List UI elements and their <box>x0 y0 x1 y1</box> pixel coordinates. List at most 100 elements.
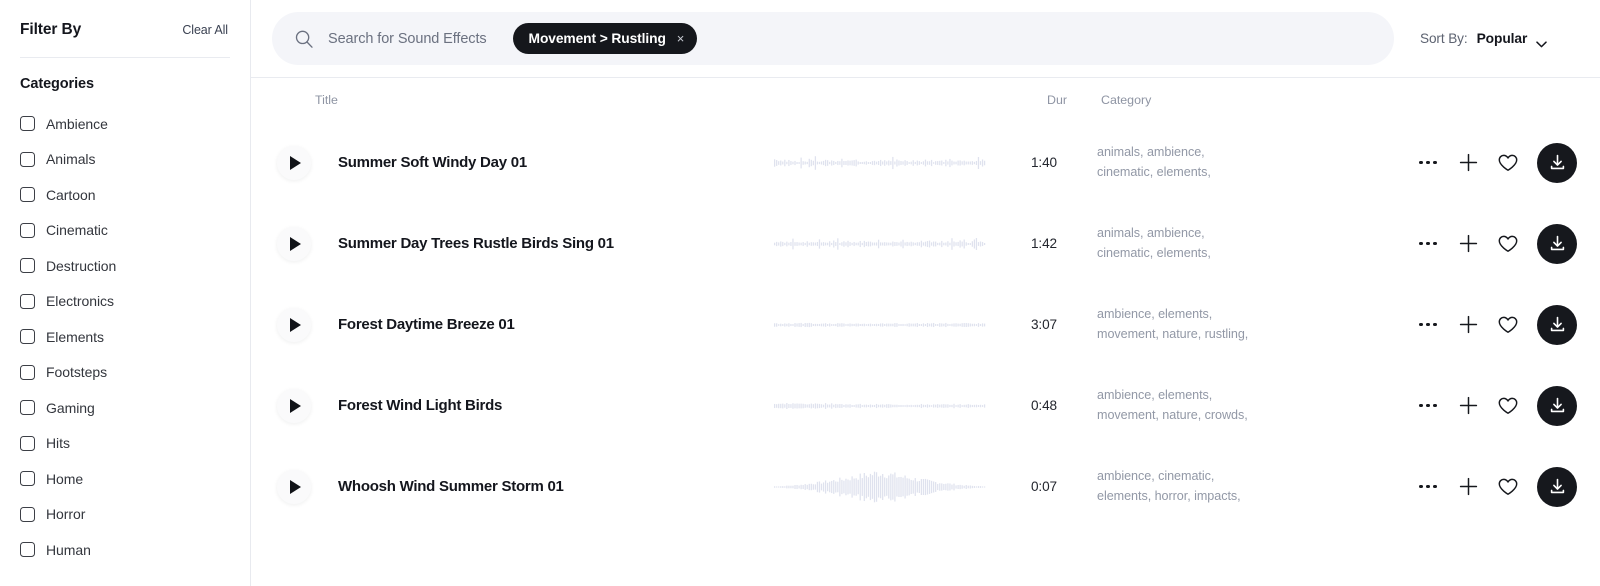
download-icon <box>1548 234 1567 253</box>
table-row[interactable]: Whoosh Wind Summer Storm 01 0:07 ambience,… <box>251 446 1600 527</box>
search-bar[interactable]: Search for Sound Effects Movement > Rust… <box>272 12 1394 65</box>
waveform-preview[interactable] <box>772 144 988 182</box>
add-to-playlist-button[interactable] <box>1448 305 1488 345</box>
download-button[interactable] <box>1537 304 1577 345</box>
waveform-preview[interactable] <box>772 468 988 506</box>
favorite-button[interactable] <box>1488 224 1528 264</box>
chevron-down-icon[interactable] <box>1536 35 1547 48</box>
category-checkbox[interactable] <box>20 506 35 522</box>
category-filter-item[interactable]: Animals <box>20 142 250 178</box>
track-categories: ambience, cinematic, elements, horror, im… <box>1060 467 1328 506</box>
table-row[interactable]: Summer Soft Windy Day 01 1:40 animals, amb… <box>251 122 1600 203</box>
sort-by-value[interactable]: Popular <box>1477 31 1528 46</box>
category-checkbox[interactable] <box>20 329 35 345</box>
filter-by-heading: Filter By <box>20 21 82 38</box>
track-duration: 0:07 <box>1030 479 1057 494</box>
category-checkbox[interactable] <box>20 471 35 487</box>
track-categories-line1: animals, ambience, <box>1097 226 1205 240</box>
column-header-title: Title <box>315 93 338 107</box>
category-label: Footsteps <box>46 364 108 381</box>
category-filter-item[interactable]: Ambience <box>20 106 250 142</box>
category-checkbox[interactable] <box>20 151 35 167</box>
category-checkbox[interactable] <box>20 222 35 238</box>
table-row[interactable]: Forest Daytime Breeze 01 3:07 ambience, el… <box>251 284 1600 365</box>
add-to-playlist-button[interactable] <box>1448 467 1488 507</box>
chip-label: Movement > Rustling <box>528 31 666 46</box>
more-options-button[interactable] <box>1408 467 1448 507</box>
category-checkbox[interactable] <box>20 435 35 451</box>
category-label: Horror <box>46 506 86 523</box>
category-label: Cinematic <box>46 222 108 239</box>
category-filter-item[interactable]: Cinematic <box>20 213 250 249</box>
sort-control[interactable]: Sort By: Popular <box>1394 31 1569 48</box>
category-checkbox[interactable] <box>20 542 35 558</box>
play-button[interactable] <box>277 307 311 342</box>
category-checkbox[interactable] <box>20 258 35 274</box>
active-filter-chip[interactable]: Movement > Rustling × <box>512 23 698 54</box>
category-filter-item[interactable]: Gaming <box>20 390 250 426</box>
category-label: Destruction <box>46 257 117 274</box>
track-categories: ambience, elements, movement, nature, rus… <box>1060 305 1328 344</box>
waveform-preview[interactable] <box>772 225 988 263</box>
category-filter-item[interactable]: Horror <box>20 497 250 533</box>
play-icon <box>290 236 301 251</box>
favorite-button[interactable] <box>1488 305 1528 345</box>
favorite-button[interactable] <box>1488 467 1528 507</box>
category-checkbox[interactable] <box>20 364 35 380</box>
more-options-button[interactable] <box>1408 305 1448 345</box>
play-icon <box>290 317 301 332</box>
plus-icon <box>1459 396 1478 415</box>
category-filter-item[interactable]: Hits <box>20 426 250 462</box>
waveform-preview[interactable] <box>772 306 988 344</box>
table-row[interactable]: Summer Day Trees Rustle Birds Sing 01 1:4… <box>251 203 1600 284</box>
category-filter-item[interactable]: Cartoon <box>20 177 250 213</box>
category-checkbox[interactable] <box>20 116 35 132</box>
category-filter-item[interactable]: Elements <box>20 319 250 355</box>
favorite-button[interactable] <box>1488 143 1528 183</box>
play-button[interactable] <box>277 226 311 261</box>
play-button[interactable] <box>277 469 311 504</box>
category-filter-item[interactable]: Electronics <box>20 284 250 320</box>
play-button[interactable] <box>277 145 311 180</box>
favorite-button[interactable] <box>1488 386 1528 426</box>
category-filter-item[interactable]: Destruction <box>20 248 250 284</box>
add-to-playlist-button[interactable] <box>1448 143 1488 183</box>
category-filter-item[interactable]: Footsteps <box>20 355 250 391</box>
category-checkbox[interactable] <box>20 187 35 203</box>
clear-all-button[interactable]: Clear All <box>182 23 228 37</box>
category-label: Home <box>46 470 84 487</box>
plus-icon <box>1459 315 1478 334</box>
download-icon <box>1548 315 1567 334</box>
more-options-button[interactable] <box>1408 224 1448 264</box>
plus-icon <box>1459 477 1478 496</box>
category-checkbox[interactable] <box>20 400 35 416</box>
download-button[interactable] <box>1537 223 1577 264</box>
chip-close-icon[interactable]: × <box>677 32 685 45</box>
category-label: Animals <box>46 151 96 168</box>
download-button[interactable] <box>1537 385 1577 426</box>
heart-icon <box>1498 478 1518 496</box>
ellipsis-icon <box>1419 241 1437 246</box>
plus-icon <box>1459 153 1478 172</box>
column-header-category: Category <box>1101 93 1152 107</box>
table-row[interactable]: Forest Wind Light Birds 0:48 ambience, ele… <box>251 365 1600 446</box>
download-button[interactable] <box>1537 142 1577 183</box>
track-categories: animals, ambience, cinematic, elements, <box>1060 143 1328 182</box>
more-options-button[interactable] <box>1408 143 1448 183</box>
add-to-playlist-button[interactable] <box>1448 386 1488 426</box>
more-options-button[interactable] <box>1408 386 1448 426</box>
track-list: Summer Soft Windy Day 01 1:40 animals, amb… <box>251 122 1600 527</box>
search-input-placeholder[interactable]: Search for Sound Effects <box>328 31 487 47</box>
row-actions <box>1408 142 1600 183</box>
row-actions <box>1408 304 1600 345</box>
category-checkbox[interactable] <box>20 293 35 309</box>
download-button[interactable] <box>1537 466 1577 507</box>
category-label: Human <box>46 541 91 558</box>
add-to-playlist-button[interactable] <box>1448 224 1488 264</box>
ellipsis-icon <box>1419 322 1437 327</box>
play-button[interactable] <box>277 388 311 423</box>
waveform-preview[interactable] <box>772 387 988 425</box>
category-filter-item[interactable]: Human <box>20 532 250 568</box>
track-title: Forest Daytime Breeze 01 <box>338 316 515 333</box>
category-filter-item[interactable]: Home <box>20 461 250 497</box>
